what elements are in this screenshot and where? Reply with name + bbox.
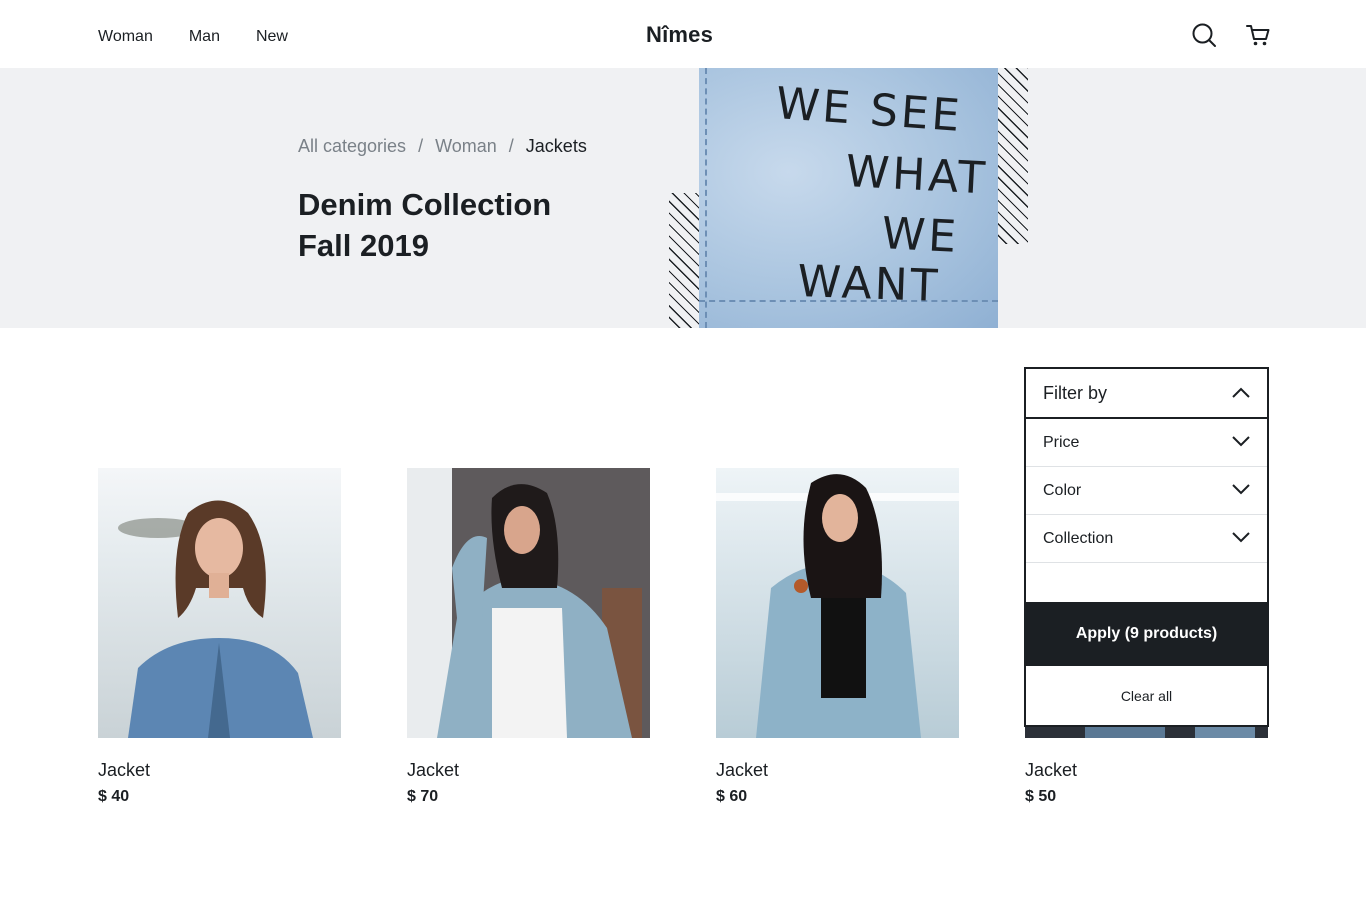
breadcrumb-jackets: Jackets [525, 136, 587, 156]
apply-filter-button[interactable]: Apply (9 products) [1026, 602, 1267, 666]
main-nav: Woman Man New [98, 28, 288, 46]
product-card[interactable]: Jacket $ 60 [716, 468, 959, 805]
product-name[interactable]: Jacket [98, 760, 150, 781]
product-name[interactable]: Jacket [716, 760, 768, 781]
product-card[interactable]: Jacket $ 40 [98, 468, 341, 805]
chevron-down-icon [1231, 530, 1251, 548]
hatch-decoration-left [669, 193, 701, 328]
breadcrumb-separator: / [508, 136, 514, 156]
chevron-down-icon [1231, 434, 1251, 452]
product-price: $ 40 [98, 788, 130, 805]
filter-title: Filter by [1043, 382, 1108, 403]
site-header: Woman Man New Nîmes [0, 0, 1366, 68]
denim-text-line1: WE SEE [774, 78, 964, 142]
filter-option-color[interactable]: Color [1026, 467, 1267, 515]
filter-header[interactable]: Filter by [1026, 369, 1267, 419]
product-name[interactable]: Jacket [407, 760, 459, 781]
nav-woman[interactable]: Woman [98, 28, 153, 46]
filter-option-price[interactable]: Price [1026, 419, 1267, 467]
denim-handwriting: WE SEE WHAT WE WANT [774, 78, 989, 312]
hatch-decoration-right [996, 68, 1028, 244]
page-title: Denim Collection Fall 2019 [298, 184, 658, 266]
product-card[interactable]: Jacket $ 70 [407, 468, 650, 805]
nav-new[interactable]: New [256, 28, 288, 46]
product-image[interactable] [98, 468, 341, 738]
search-icon[interactable] [1191, 22, 1217, 48]
chevron-up-icon [1231, 383, 1251, 404]
cart-icon[interactable] [1245, 22, 1271, 48]
hero-denim-image: WE SEE WHAT WE WANT [699, 68, 998, 328]
breadcrumb-separator: / [418, 136, 424, 156]
breadcrumb: All categories / Woman / Jackets [298, 136, 587, 157]
clear-all-button[interactable]: Clear all [1026, 666, 1267, 725]
product-price: $ 50 [1025, 788, 1057, 805]
nav-man[interactable]: Man [189, 28, 220, 46]
page-title-line1: Denim Collection [298, 187, 552, 222]
breadcrumb-woman[interactable]: Woman [435, 136, 497, 157]
filter-option-label: Collection [1043, 529, 1114, 547]
chevron-down-icon [1231, 482, 1251, 500]
product-image[interactable] [407, 468, 650, 738]
page-title-line2: Fall 2019 [298, 228, 429, 263]
product-price: $ 70 [407, 788, 439, 805]
denim-text-line3: WE [880, 208, 960, 263]
product-price: $ 60 [716, 788, 748, 805]
filter-panel: Filter by Price Color Collection Apply (… [1024, 367, 1269, 727]
filter-option-collection[interactable]: Collection [1026, 515, 1267, 563]
hero-banner: All categories / Woman / Jackets Denim C… [0, 68, 1366, 328]
site-logo[interactable]: Nîmes [646, 22, 713, 48]
filter-option-label: Price [1043, 433, 1080, 451]
product-image[interactable] [716, 468, 959, 738]
product-name[interactable]: Jacket [1025, 760, 1077, 781]
denim-text-line2: WHAT [844, 146, 989, 204]
denim-text-line4: WANT [797, 256, 942, 312]
breadcrumb-all-categories[interactable]: All categories [298, 136, 406, 157]
filter-option-label: Color [1043, 481, 1082, 499]
